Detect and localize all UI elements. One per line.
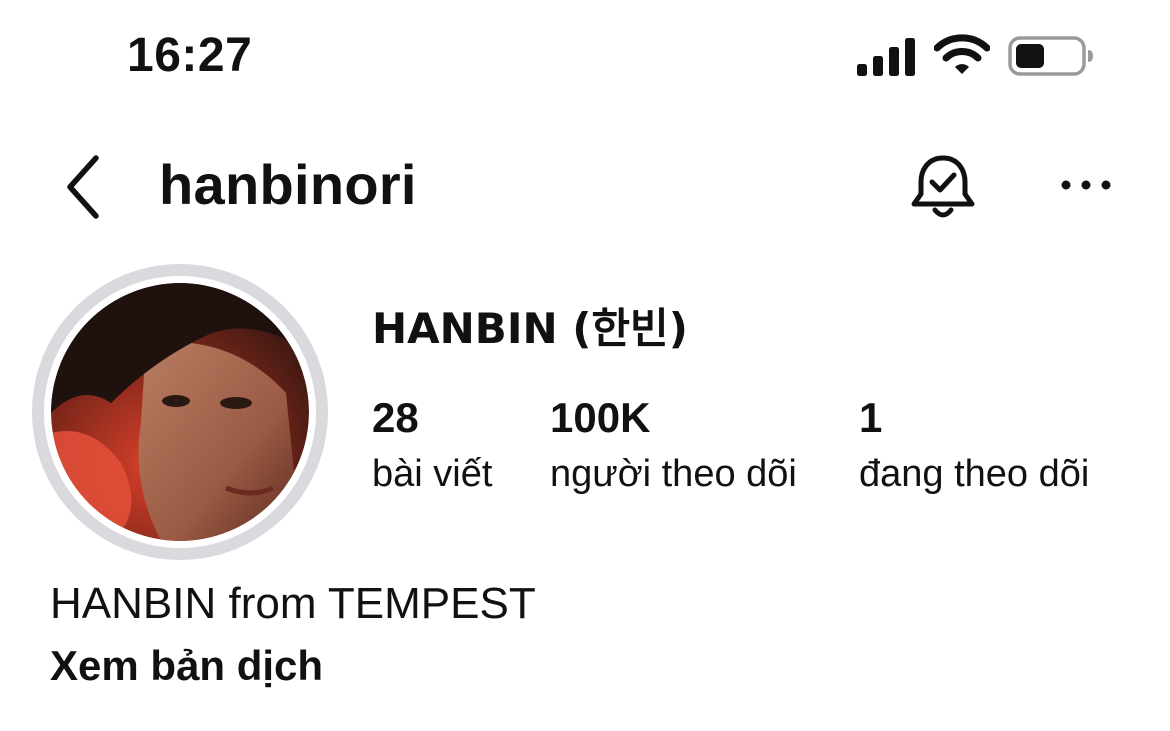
avatar-story-ring[interactable] <box>32 264 328 560</box>
profile-display-name: HANBIN (한빈) <box>372 304 688 353</box>
stat-followers[interactable]: 100K người theo dõi <box>550 394 797 498</box>
status-time: 16:27 <box>127 29 253 82</box>
stat-posts-label: bài viết <box>372 453 493 495</box>
stat-following-value: 1 <box>859 394 883 441</box>
stat-following-label: đang theo dõi <box>859 453 1090 495</box>
stat-posts[interactable]: 28 bài viết <box>372 394 492 498</box>
back-icon[interactable] <box>60 152 106 222</box>
profile-screen: 16:27 hanbinori HANBIN (한빈) 28 bài viết … <box>0 0 1170 731</box>
profile-bio: HANBIN from TEMPEST <box>50 579 536 628</box>
see-translation-link[interactable]: Xem bản dịch <box>50 640 323 692</box>
signal-icon <box>857 38 915 76</box>
avatar-ring-gap <box>44 276 316 548</box>
avatar <box>51 283 309 541</box>
stat-followers-value: 100K <box>550 394 651 441</box>
bell-check-icon[interactable] <box>908 152 978 222</box>
more-options-icon[interactable] <box>1060 172 1112 198</box>
profile-username: hanbinori <box>159 153 417 216</box>
stat-followers-label: người theo dõi <box>550 453 797 495</box>
stat-following[interactable]: 1 đang theo dõi <box>859 394 1089 498</box>
stat-posts-value: 28 <box>372 394 419 441</box>
battery-icon <box>1008 36 1093 76</box>
wifi-icon <box>934 34 990 74</box>
